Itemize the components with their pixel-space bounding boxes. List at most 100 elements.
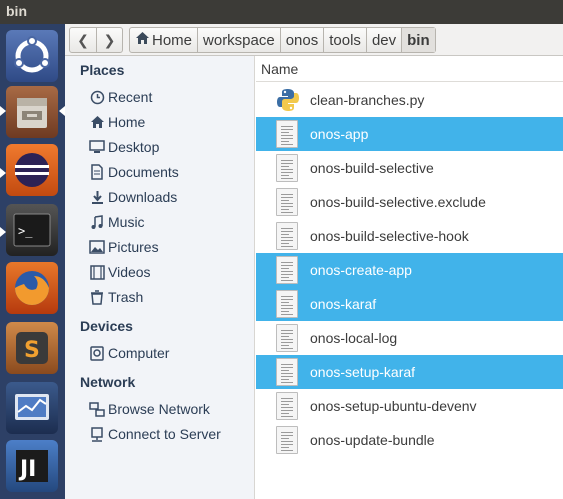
- svg-text:>_: >_: [18, 224, 33, 238]
- sidebar-item-computer[interactable]: Computer: [88, 342, 169, 364]
- file-list-view: Name clean-branches.py onos-app onos-build…: [256, 56, 563, 499]
- files-app-icon[interactable]: [6, 86, 58, 138]
- file-row[interactable]: onos-setup-ubuntu-devenv: [256, 389, 563, 423]
- system-monitor-app-icon[interactable]: [6, 382, 58, 434]
- sidebar-item-home[interactable]: Home: [88, 111, 145, 133]
- sidebar-item-label: Recent: [108, 89, 153, 105]
- desktop-icon: [88, 139, 106, 155]
- sidebar-item-label: Pictures: [108, 239, 159, 255]
- file-row[interactable]: onos-setup-karaf: [256, 355, 563, 389]
- home-icon: [135, 31, 150, 49]
- file-name: onos-build-selective: [310, 160, 434, 176]
- clock-icon: [88, 89, 106, 105]
- file-row[interactable]: onos-build-selective: [256, 151, 563, 185]
- sidebar-item-music[interactable]: Music: [88, 211, 145, 233]
- history-nav: ❮ ❯: [69, 27, 123, 53]
- script-file-icon: [276, 324, 298, 352]
- window-title: bin: [6, 3, 27, 19]
- sidebar-item-label: Videos: [108, 264, 151, 280]
- file-row[interactable]: onos-karaf: [256, 287, 563, 321]
- sublime-text-app-icon[interactable]: S: [6, 322, 58, 374]
- path-toolbar: ❮ ❯ Home workspace onos tools dev bin: [65, 24, 563, 56]
- firefox-app-icon[interactable]: [6, 262, 58, 314]
- sidebar-item-browse-network[interactable]: Browse Network: [88, 398, 210, 420]
- breadcrumb-onos[interactable]: onos: [279, 28, 324, 52]
- breadcrumb-label: workspace: [203, 31, 275, 49]
- trash-icon: [88, 289, 106, 305]
- script-file-icon: [276, 120, 298, 148]
- file-row[interactable]: onos-local-log: [256, 321, 563, 355]
- places-heading: Places: [80, 62, 125, 78]
- devices-heading: Devices: [80, 318, 133, 334]
- file-name: onos-karaf: [310, 296, 377, 312]
- sidebar-item-label: Home: [108, 114, 146, 130]
- file-name: onos-setup-karaf: [310, 364, 416, 380]
- script-file-icon: [276, 222, 298, 250]
- svg-text:S: S: [24, 338, 40, 363]
- home-icon: [88, 114, 106, 130]
- sidebar-item-pictures[interactable]: Pictures: [88, 236, 159, 258]
- back-button[interactable]: ❮: [70, 28, 96, 52]
- breadcrumb: Home workspace onos tools dev bin: [129, 27, 436, 53]
- file-row[interactable]: onos-create-app: [256, 253, 563, 287]
- chevron-left-icon: ❮: [77, 31, 89, 48]
- file-row[interactable]: onos-build-selective-hook: [256, 219, 563, 253]
- script-file-icon: [276, 358, 298, 386]
- file-name: clean-branches.py: [310, 92, 425, 108]
- file-name: onos-setup-ubuntu-devenv: [310, 398, 477, 414]
- network-icon: [88, 401, 106, 417]
- ubuntu-dash-icon[interactable]: [6, 30, 58, 82]
- sidebar-item-recent[interactable]: Recent: [88, 86, 152, 108]
- sidebar-item-trash[interactable]: Trash: [88, 286, 143, 308]
- file-name: onos-update-bundle: [310, 432, 435, 448]
- forward-button[interactable]: ❯: [96, 28, 122, 52]
- videos-icon: [88, 264, 106, 280]
- script-file-icon: [276, 392, 298, 420]
- sidebar-item-label: Desktop: [108, 139, 160, 155]
- file-name: onos-create-app: [310, 262, 412, 278]
- sidebar-item-documents[interactable]: Documents: [88, 161, 179, 183]
- breadcrumb-label: dev: [371, 31, 397, 49]
- eclipse-app-icon[interactable]: [6, 144, 58, 196]
- file-name: onos-local-log: [310, 330, 398, 346]
- sidebar-item-label: Computer: [108, 345, 170, 361]
- breadcrumb-home[interactable]: Home: [130, 28, 197, 52]
- music-icon: [88, 214, 106, 230]
- pictures-icon: [88, 239, 106, 255]
- breadcrumb-workspace[interactable]: workspace: [197, 28, 280, 52]
- file-name: onos-app: [310, 126, 369, 142]
- svg-text:JI: JI: [18, 457, 36, 482]
- sidebar-item-label: Documents: [108, 164, 179, 180]
- file-row[interactable]: onos-update-bundle: [256, 423, 563, 457]
- column-header-name[interactable]: Name: [256, 56, 563, 82]
- sidebar-item-connect-to-server[interactable]: Connect to Server: [88, 423, 221, 445]
- places-sidebar: Places Recent Home Desktop Documents Dow…: [65, 56, 255, 499]
- breadcrumb-dev[interactable]: dev: [365, 28, 401, 52]
- text-file-icon: [276, 188, 298, 216]
- sidebar-item-label: Trash: [108, 289, 144, 305]
- sidebar-item-label: Music: [108, 214, 145, 230]
- sidebar-item-label: Connect to Server: [108, 426, 221, 442]
- sidebar-item-downloads[interactable]: Downloads: [88, 186, 177, 208]
- file-row[interactable]: onos-app: [256, 117, 563, 151]
- terminal-app-icon[interactable]: >_: [6, 204, 58, 256]
- sidebar-item-videos[interactable]: Videos: [88, 261, 151, 283]
- documents-icon: [88, 164, 106, 180]
- breadcrumb-tools[interactable]: tools: [323, 28, 366, 52]
- breadcrumb-label: onos: [285, 31, 319, 49]
- file-name: onos-build-selective.exclude: [310, 194, 486, 210]
- script-file-icon: [276, 290, 298, 318]
- intellij-app-icon[interactable]: JI: [6, 440, 58, 492]
- file-row[interactable]: onos-build-selective.exclude: [256, 185, 563, 219]
- sidebar-item-desktop[interactable]: Desktop: [88, 136, 159, 158]
- column-header-label: Name: [261, 61, 299, 77]
- file-row[interactable]: clean-branches.py: [256, 83, 563, 117]
- downloads-icon: [88, 189, 106, 205]
- file-name: onos-build-selective-hook: [310, 228, 469, 244]
- python-file-icon: [276, 87, 300, 113]
- window-titlebar[interactable]: bin: [0, 0, 563, 24]
- breadcrumb-bin[interactable]: bin: [401, 28, 435, 52]
- unity-launcher: >_ S JI: [0, 24, 65, 499]
- sidebar-item-label: Browse Network: [108, 401, 210, 417]
- script-file-icon: [276, 426, 298, 454]
